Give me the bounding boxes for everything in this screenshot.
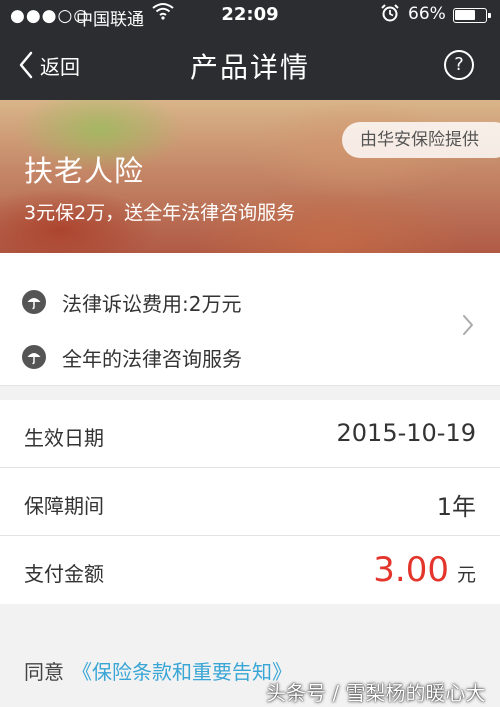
payment-amount-value: 3.00 (373, 550, 449, 590)
effective-date-row: 生效日期 2015-10-19 (0, 400, 500, 468)
coverage-item-label: 全年的法律咨询服务 (62, 346, 242, 371)
umbrella-icon (22, 290, 46, 314)
policy-details: 生效日期 2015-10-19 保障期间 1年 支付金额 3.00 元 (0, 400, 500, 604)
chevron-right-icon (463, 315, 473, 335)
provider-badge: 由华安保险提供 (342, 122, 500, 158)
effective-date-label: 生效日期 (24, 426, 104, 450)
status-bar: ●●●○○ 中国联通 22:09 66% (0, 0, 500, 30)
coverage-item-label: 法律诉讼费用:2万元 (62, 291, 242, 316)
watermark: 头条号 / 雪梨杨的暖心大白 (266, 681, 486, 705)
product-banner: 由华安保险提供 扶老人险 3元保2万，送全年法律咨询服务 (0, 100, 500, 253)
help-button[interactable]: ? (444, 50, 474, 80)
terms-link[interactable]: 《保险条款和重要告知》 (72, 660, 292, 684)
payment-amount-label: 支付金额 (24, 562, 104, 586)
payment-amount-row: 支付金额 3.00 元 (0, 536, 500, 604)
coverage-period-row: 保障期间 1年 (0, 468, 500, 536)
coverage-item: 法律诉讼费用:2万元 (22, 287, 241, 317)
coverage-period-value: 1年 (436, 493, 476, 521)
payment-currency-unit: 元 (456, 564, 476, 586)
coverage-period-label: 保障期间 (24, 494, 104, 518)
navigation-bar: 返回 产品详情 ? (0, 30, 500, 100)
battery-icon (453, 8, 491, 23)
payment-amount: 3.00 元 (373, 550, 476, 590)
product-subtitle: 3元保2万，送全年法律咨询服务 (24, 202, 296, 224)
agreement-line: 同意 《保险条款和重要告知》 (24, 656, 292, 685)
battery-percent: 66% (408, 4, 446, 24)
product-name: 扶老人险 (24, 154, 145, 188)
alarm-icon (380, 3, 400, 28)
coverage-item: 全年的法律咨询服务 (22, 342, 242, 372)
coverage-section[interactable]: 法律诉讼费用:2万元 全年的法律咨询服务 (0, 253, 500, 386)
page-title: 产品详情 (189, 51, 310, 84)
agreement-prefix: 同意 (24, 660, 64, 684)
effective-date-value: 2015-10-19 (336, 419, 476, 447)
umbrella-icon (22, 345, 46, 369)
